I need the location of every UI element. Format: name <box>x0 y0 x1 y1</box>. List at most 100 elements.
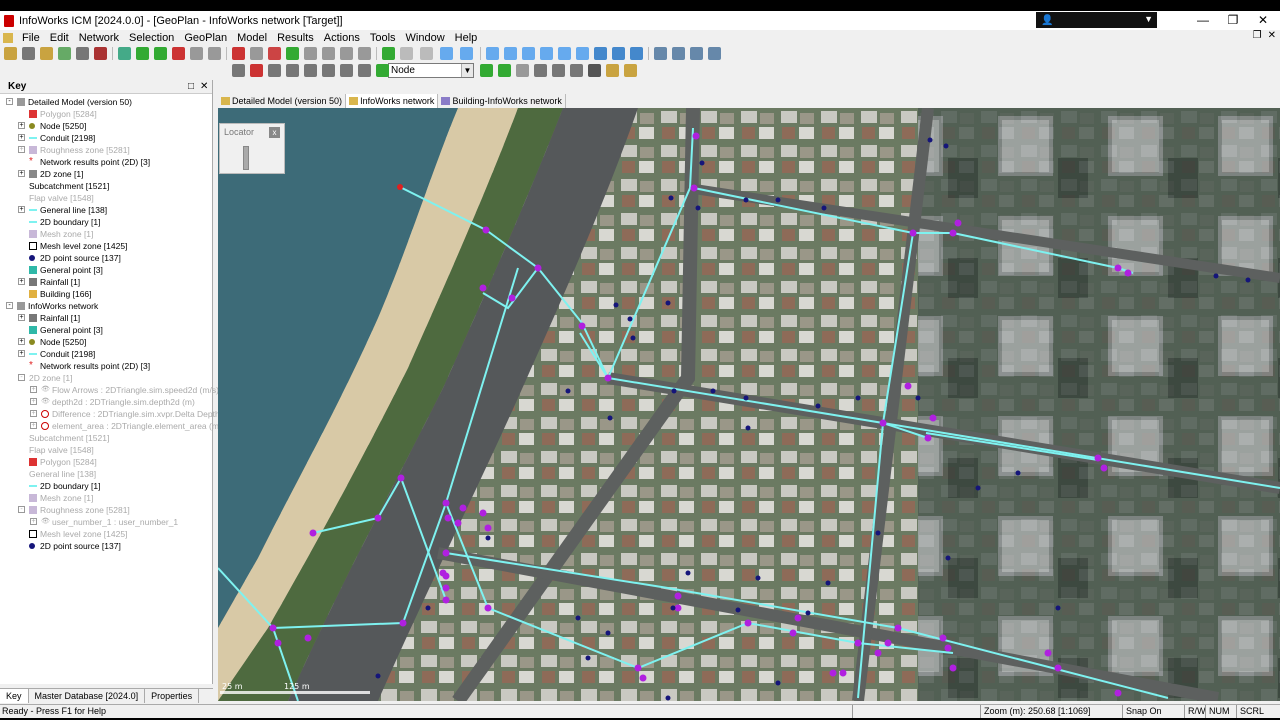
node-marker[interactable] <box>309 529 317 537</box>
point-source-marker[interactable] <box>627 316 633 322</box>
toolbar-button[interactable] <box>654 47 667 60</box>
node-marker[interactable] <box>479 509 487 517</box>
point-source-marker[interactable] <box>668 195 674 201</box>
point-source-marker[interactable] <box>1055 605 1061 611</box>
point-source-marker[interactable] <box>1015 470 1021 476</box>
point-source-marker[interactable] <box>915 395 921 401</box>
key-tree-row[interactable]: * Network results point (2D) [3] <box>0 156 212 168</box>
object-type-select[interactable]: Node ▼ <box>388 63 474 78</box>
toolbar-button[interactable] <box>340 64 353 77</box>
toolbar-button[interactable] <box>708 47 721 60</box>
key-tree-row[interactable]: Flap valve [1548] <box>0 192 212 204</box>
toolbar-button[interactable] <box>420 47 433 60</box>
node-marker[interactable] <box>744 619 752 627</box>
point-source-marker[interactable] <box>1213 273 1219 279</box>
point-source-marker[interactable] <box>699 160 705 166</box>
point-source-marker[interactable] <box>821 205 827 211</box>
key-tree-row[interactable]: + Rainfall [1] <box>0 276 212 288</box>
toolbar-button[interactable] <box>486 47 499 60</box>
node-marker[interactable] <box>442 572 450 580</box>
key-tree-row[interactable]: + Roughness zone [5281] <box>0 144 212 156</box>
node-marker[interactable] <box>374 514 382 522</box>
toolbar-button[interactable] <box>516 64 529 77</box>
point-source-marker[interactable] <box>805 610 811 616</box>
expand-icon[interactable]: + <box>18 122 25 129</box>
point-source-marker[interactable] <box>775 197 781 203</box>
key-tree-row[interactable]: Subcatchment [1521] <box>0 432 212 444</box>
node-marker[interactable] <box>829 669 837 677</box>
toolbar-button[interactable] <box>304 47 317 60</box>
key-tree-row[interactable]: Mesh zone [1] <box>0 228 212 240</box>
node-marker[interactable] <box>269 624 277 632</box>
toolbar-button[interactable] <box>58 47 71 60</box>
node-marker[interactable] <box>639 674 647 682</box>
toolbar-button[interactable] <box>552 64 565 77</box>
toolbar-button[interactable] <box>322 64 335 77</box>
key-tree-row[interactable]: General point [3] <box>0 324 212 336</box>
key-tree-row[interactable]: - Detailed Model (version 50) <box>0 96 212 108</box>
key-tree-row[interactable]: + Conduit [2198] <box>0 132 212 144</box>
key-tree-row[interactable]: 2D point source [137] <box>0 252 212 264</box>
key-tree-row[interactable]: + element_area : 2DTriangle.element_area … <box>0 420 227 432</box>
point-source-marker[interactable] <box>743 395 749 401</box>
expand-icon[interactable]: + <box>18 278 25 285</box>
locator-window[interactable]: Locator x <box>219 123 285 174</box>
key-tree-row[interactable]: General line [138] <box>0 468 212 480</box>
menu-help[interactable]: Help <box>450 32 483 44</box>
point-source-marker[interactable] <box>630 335 636 341</box>
tab-properties[interactable]: Properties <box>145 689 200 703</box>
toolbar-button[interactable] <box>672 47 685 60</box>
key-tree-row[interactable]: + General line [138] <box>0 204 212 216</box>
point-source-marker[interactable] <box>927 137 933 143</box>
node-marker[interactable] <box>929 414 937 422</box>
toolbar-button[interactable] <box>690 47 703 60</box>
key-panel-close-button[interactable]: ✕ <box>200 80 208 94</box>
key-tree-row[interactable]: 2D boundary [1] <box>0 216 212 228</box>
key-tree-row[interactable]: -2D zone [1] <box>0 372 212 384</box>
toolbar-button[interactable] <box>558 47 571 60</box>
node-marker[interactable] <box>674 604 682 612</box>
key-tree-row[interactable]: - InfoWorks network <box>0 300 212 312</box>
point-source-marker[interactable] <box>565 388 571 394</box>
collapse-icon[interactable]: - <box>6 302 13 309</box>
node-marker[interactable] <box>442 596 450 604</box>
node-marker[interactable] <box>944 644 952 652</box>
toolbar-button[interactable] <box>304 64 317 77</box>
node-marker[interactable] <box>399 619 407 627</box>
toolbar-button[interactable] <box>588 64 601 77</box>
node-marker[interactable] <box>1054 664 1062 672</box>
toolbar-button[interactable] <box>630 47 643 60</box>
toolbar-button[interactable] <box>480 64 493 77</box>
node-marker[interactable] <box>1114 264 1122 272</box>
point-source-marker[interactable] <box>665 695 671 701</box>
user-account-dropdown[interactable]: 👤 ▼ <box>1036 12 1157 28</box>
menu-selection[interactable]: Selection <box>124 32 179 44</box>
point-source-marker[interactable] <box>855 395 861 401</box>
node-marker[interactable] <box>534 264 542 272</box>
point-source-marker[interactable] <box>875 530 881 536</box>
toolbar-button[interactable] <box>250 47 263 60</box>
expand-icon[interactable]: + <box>18 314 25 321</box>
node-marker[interactable] <box>884 639 892 647</box>
toolbar-button[interactable] <box>322 47 335 60</box>
node-marker[interactable] <box>442 499 450 507</box>
toolbar-button[interactable] <box>624 64 637 77</box>
toolbar-button[interactable] <box>534 64 547 77</box>
point-source-marker[interactable] <box>607 415 613 421</box>
tab-infoworks-network[interactable]: InfoWorks network <box>346 94 439 108</box>
point-source-marker[interactable] <box>695 205 701 211</box>
toolbar-button[interactable] <box>4 47 17 60</box>
point-source-marker[interactable] <box>755 575 761 581</box>
node-marker[interactable] <box>690 184 698 192</box>
toolbar-button[interactable] <box>268 64 281 77</box>
toolbar-button[interactable] <box>540 47 553 60</box>
geoplan-map[interactable]: 25 m 125 m <box>218 108 1280 701</box>
point-source-marker[interactable] <box>670 605 676 611</box>
expand-icon[interactable]: + <box>30 518 37 525</box>
node-marker[interactable] <box>954 219 962 227</box>
point-source-marker[interactable] <box>775 680 781 686</box>
node-marker[interactable] <box>939 634 947 642</box>
minimize-button[interactable]: — <box>1188 11 1218 30</box>
node-marker[interactable] <box>444 514 452 522</box>
key-tree-row[interactable]: Polygon [5284] <box>0 456 212 468</box>
